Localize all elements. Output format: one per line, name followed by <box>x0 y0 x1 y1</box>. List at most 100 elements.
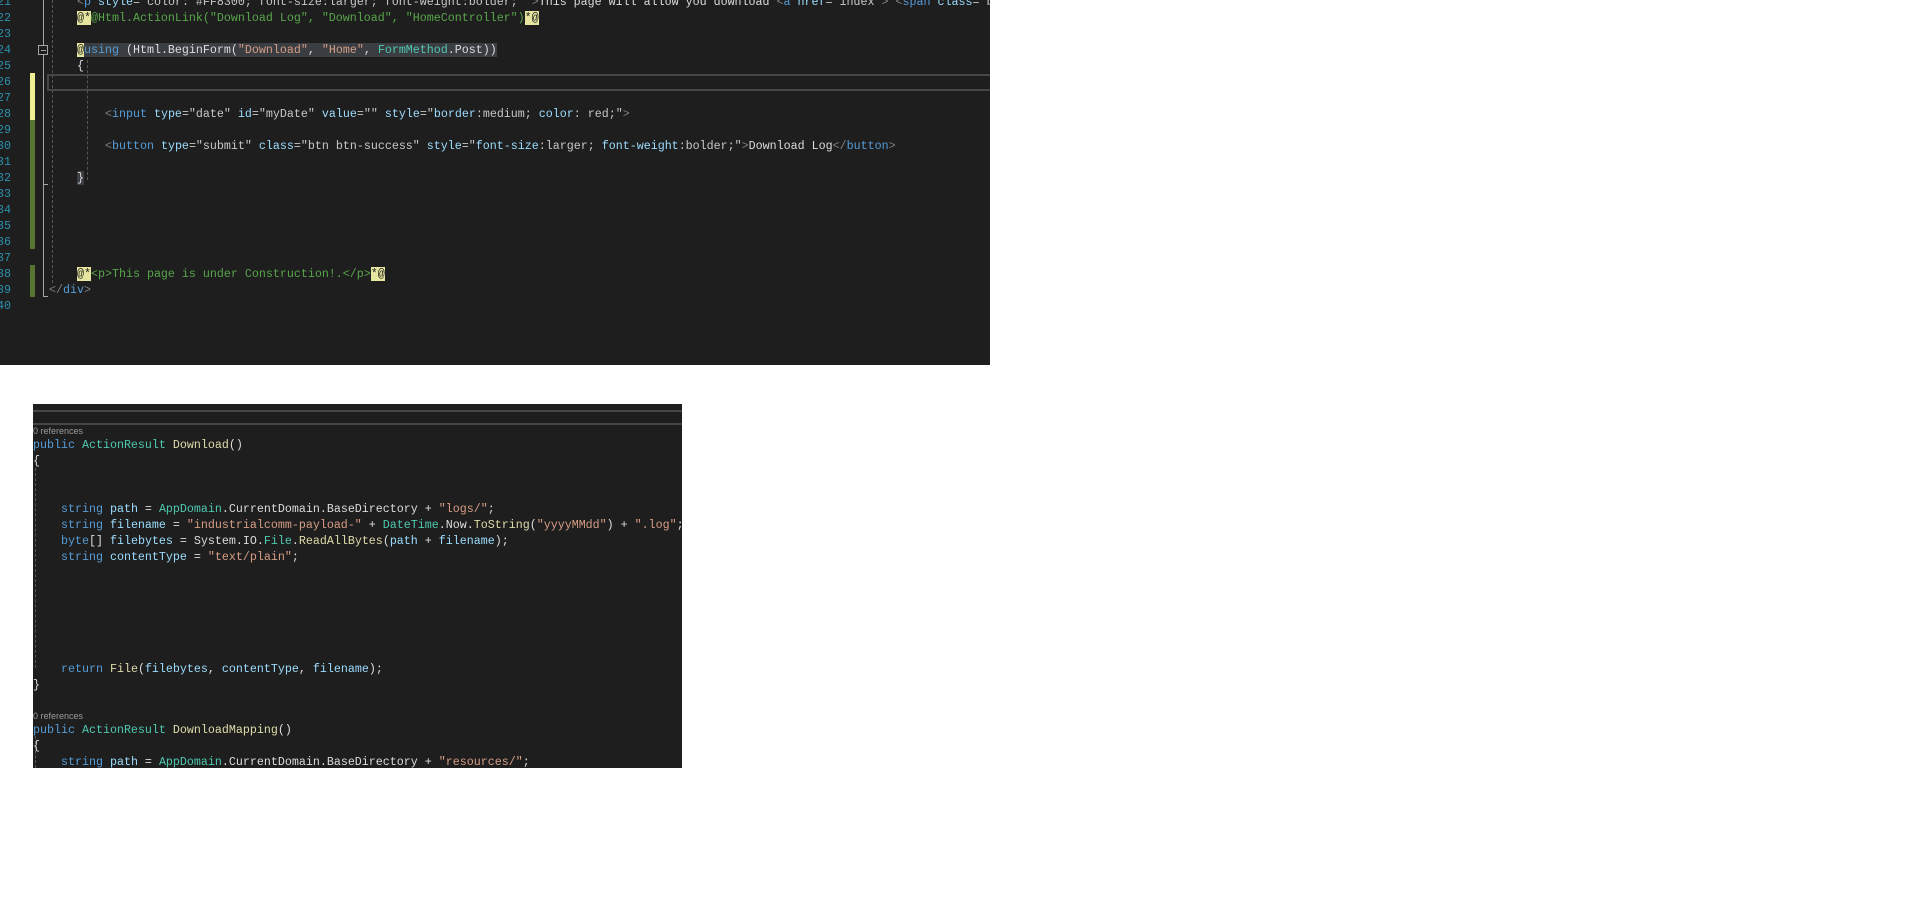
code-token: "yyyyMMdd" <box>536 518 607 532</box>
code-line[interactable]: <input type="date" id="myDate" value="" … <box>49 106 630 122</box>
line-number: 23 <box>0 27 11 41</box>
code-line[interactable]: <button type="submit" class="btn btn-suc… <box>49 138 896 154</box>
code-token: p <box>83 0 91 9</box>
code-line[interactable]: <p style="color: #FF8300; font-size:larg… <box>49 0 990 10</box>
code-token: border <box>433 107 476 121</box>
code-token: .CurrentDomain.BaseDirectory + <box>221 755 439 768</box>
code-token: @* <box>76 267 91 281</box>
code-token: style <box>377 107 420 121</box>
line-number: 35 <box>0 219 11 233</box>
code-token: "industrialcomm-payload-" <box>186 518 362 532</box>
code-token: ="" <box>356 107 378 121</box>
line-number: 25 <box>0 59 11 73</box>
code-token: type <box>146 107 182 121</box>
code-token: > <box>622 107 630 121</box>
references-codelens[interactable]: 0 references <box>33 710 83 722</box>
code-token: ; <box>487 502 495 516</box>
code-line[interactable]: @*<p>This page is under Construction!.</… <box>49 266 385 282</box>
code-line[interactable]: { <box>49 58 84 74</box>
line-number: 39 <box>0 283 11 297</box>
code-token: ); <box>368 662 383 676</box>
code-token: :medium; <box>475 107 539 121</box>
code-token: ; <box>677 518 682 532</box>
code-token: , <box>307 43 322 57</box>
code-token: ActionResult <box>81 723 173 737</box>
code-token: ="myDate" <box>251 107 315 121</box>
code-line[interactable]: } <box>33 677 40 693</box>
code-token: AppDomain <box>158 502 222 516</box>
code-line[interactable]: } <box>49 170 84 186</box>
code-token: string <box>60 518 110 532</box>
line-number: 33 <box>0 187 11 201</box>
controller-code-editor[interactable]: 0 references public ActionResult Download… <box>33 404 682 768</box>
code-token: contentType <box>109 550 187 564</box>
code-token: value <box>314 107 357 121</box>
code-token: path <box>109 755 138 768</box>
code-line[interactable]: @using (Html.BeginForm("Download", "Home… <box>49 42 497 58</box>
code-line[interactable]: public ActionResult DownloadMapping() <box>33 722 292 738</box>
code-token: > <box>84 283 91 297</box>
code-token: *@ <box>524 11 539 25</box>
code-line[interactable]: { <box>33 453 40 469</box>
code-token: = <box>165 518 187 532</box>
code-line[interactable]: string path = AppDomain.CurrentDomain.Ba… <box>33 754 530 768</box>
line-number: 37 <box>0 251 11 265</box>
code-token: < <box>76 0 84 9</box>
code-token: filename <box>312 662 369 676</box>
code-token: ) + <box>606 518 635 532</box>
code-token: ToString <box>473 518 530 532</box>
code-line[interactable]: public ActionResult Download() <box>33 437 243 453</box>
code-token: ="btn btn-success" <box>293 139 420 153</box>
code-token: = System.IO. <box>172 534 264 548</box>
code-line[interactable]: byte[] filebytes = System.IO.File.ReadAl… <box>33 533 509 549</box>
code-line[interactable]: </div> <box>49 282 91 298</box>
code-token: style <box>419 139 462 153</box>
code-token: = <box>186 550 208 564</box>
code-token: contentType <box>221 662 299 676</box>
line-number: 27 <box>0 91 11 105</box>
code-token: font-size <box>475 139 539 153</box>
line-number: 30 <box>0 139 11 153</box>
code-token: class <box>930 0 973 9</box>
code-line[interactable]: { <box>33 738 40 754</box>
code-token: using <box>83 43 119 57</box>
saved-change-marker <box>30 120 35 249</box>
code-token: input <box>111 107 147 121</box>
code-line[interactable]: @*@Html.ActionLink("Download Log", "Down… <box>49 10 539 26</box>
code-token: , <box>207 662 222 676</box>
code-token: path <box>389 534 418 548</box>
code-token: = <box>137 502 159 516</box>
code-token: DownloadMapping <box>172 723 278 737</box>
code-line[interactable]: string filename = "industrialcomm-payloa… <box>33 517 682 533</box>
code-token: byte <box>60 534 89 548</box>
code-line[interactable]: string path = AppDomain.CurrentDomain.Ba… <box>33 501 495 517</box>
collapse-toggle-icon[interactable] <box>38 45 48 55</box>
code-token: { <box>49 59 84 73</box>
code-token: AppDomain <box>158 755 222 768</box>
code-token: Download Log <box>748 139 833 153</box>
code-token: "Home" <box>321 43 364 57</box>
code-token: This page will allow you download <box>538 0 777 9</box>
code-line[interactable]: return File(filebytes, contentType, file… <box>33 661 383 677</box>
code-token: .CurrentDomain.BaseDirectory + <box>221 502 439 516</box>
razor-view-editor[interactable]: 21 <p style="color: #FF8300; font-size:l… <box>0 0 990 365</box>
code-line[interactable]: string contentType = "text/plain"; <box>33 549 299 565</box>
code-token: a <box>783 0 791 9</box>
code-token: File <box>109 662 138 676</box>
code-token: < <box>104 107 112 121</box>
code-token: style <box>90 0 133 9</box>
code-token: span <box>902 0 931 9</box>
code-token: + <box>361 518 383 532</box>
code-token: </ <box>49 283 63 297</box>
references-codelens[interactable]: 0 references <box>33 425 83 437</box>
code-token: filebytes <box>144 662 208 676</box>
code-token: color: #FF8300; font-size:larger; font-w… <box>146 0 525 9</box>
